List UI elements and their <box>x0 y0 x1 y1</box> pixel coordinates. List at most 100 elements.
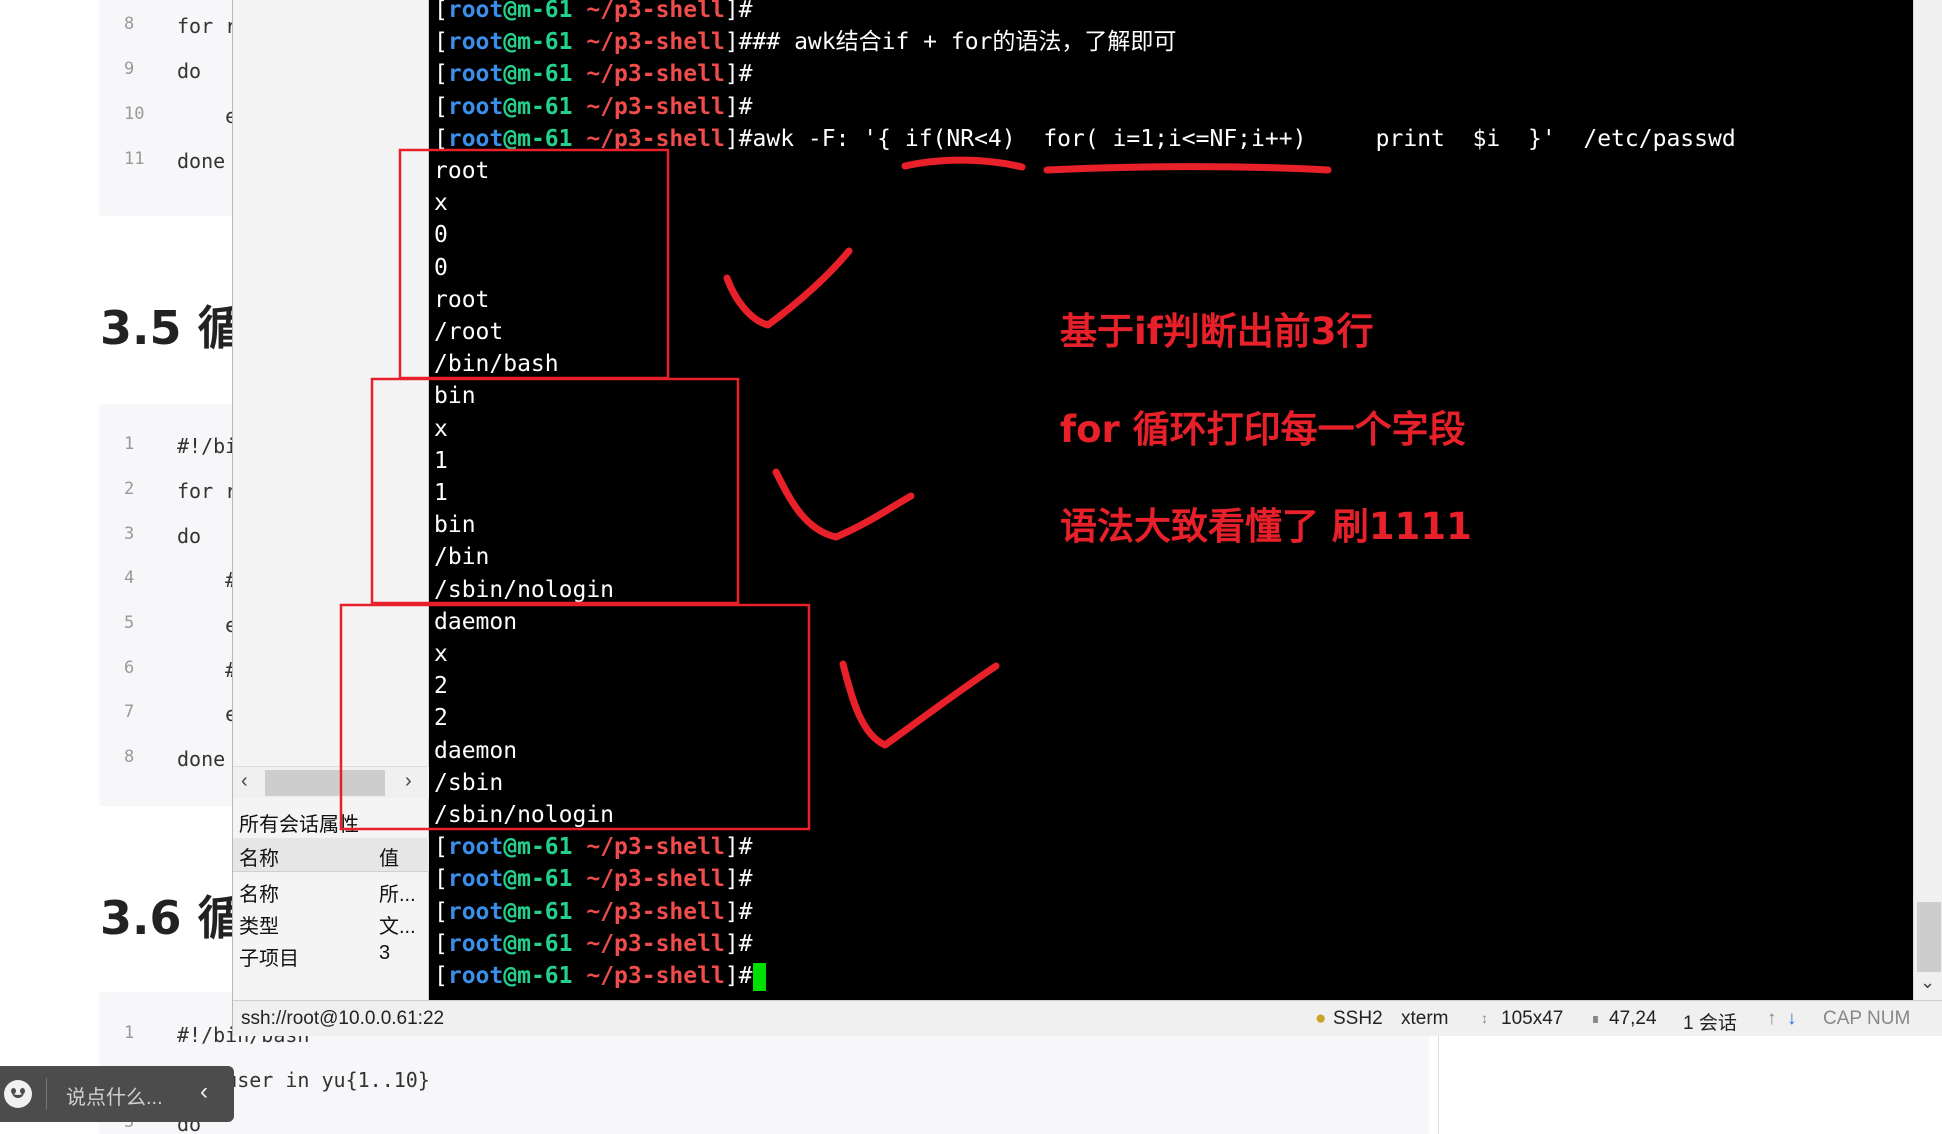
section-heading-3-6: 3.6 循 <box>100 891 244 945</box>
terminal-prompt-line: [root@m-61 ~/p3-shell]# <box>434 91 753 123</box>
terminal-output-line: daemon <box>434 737 518 764</box>
caps-num-indicator: CAP NUM <box>1823 1008 1911 1029</box>
property-value: 3 <box>379 942 391 964</box>
prompt-at: @ <box>503 930 518 957</box>
prompt-bracket: [ <box>434 125 448 152</box>
comment-input[interactable]: 说点什么... <box>66 1081 163 1110</box>
terminal-prompt-line: [root@m-61 ~/p3-shell]### awk结合if + for的… <box>434 26 1176 58</box>
prompt-user: root <box>447 125 504 152</box>
prompt-path: ~/p3-shell <box>572 93 725 120</box>
prompt-user: root <box>447 866 504 893</box>
annotation-note-if: 基于if判断出前3行 <box>1060 310 1374 353</box>
prompt-at: @ <box>503 963 518 989</box>
chevron-left-icon[interactable]: ‹ <box>200 1078 208 1106</box>
command-text: awk -F: '{ if(NR<4) for( i=1;i<=NF;i++) … <box>752 125 1736 152</box>
property-value: 文... <box>379 916 416 938</box>
prompt-bracket: [ <box>434 0 448 23</box>
prompt-host: m-61 <box>517 866 573 893</box>
prompt-bracket: [ <box>434 930 448 957</box>
prompt-at: @ <box>503 61 518 88</box>
prompt-path: ~/p3-shell <box>572 963 725 989</box>
scroll-thumb[interactable] <box>1917 902 1941 972</box>
prompt-host: m-61 <box>517 898 573 925</box>
smile-mouth <box>12 1092 24 1098</box>
prompt-symbol: ]# <box>724 93 753 120</box>
prompt-path: ~/p3-shell <box>572 0 725 23</box>
prompt-bracket: [ <box>434 29 448 56</box>
prompt-path: ~/p3-shell <box>572 866 725 893</box>
status-bar: ssh://root@10.0.0.61:22 ● SSH2 xterm ↕ 1… <box>233 1000 1942 1036</box>
prompt-at: @ <box>503 29 518 56</box>
prompt-symbol: ]# <box>724 29 753 56</box>
scroll-thumb[interactable] <box>265 770 385 796</box>
terminal-output-line: root <box>434 286 490 313</box>
terminal-output-line: 1 <box>434 447 448 474</box>
prompt-at: @ <box>503 93 518 120</box>
prompt-path: ~/p3-shell <box>572 61 725 88</box>
terminal-output-line: /root <box>434 319 504 345</box>
prompt-symbol: ]# <box>724 930 753 957</box>
terminal-prompt-line: [root@m-61 ~/p3-shell]# <box>434 831 753 863</box>
comment-widget[interactable]: 说点什么... ‹ <box>0 1066 234 1122</box>
scroll-down-icon[interactable]: ⌄ <box>1920 972 1935 993</box>
prompt-user: root <box>447 834 504 861</box>
divider <box>46 1078 47 1110</box>
protocol-label: SSH2 <box>1333 1008 1383 1029</box>
terminal-output-line: 2 <box>434 673 448 700</box>
prompt-at: @ <box>503 866 518 893</box>
property-value: 所... <box>379 884 416 906</box>
terminal-output-line: /sbin <box>434 769 504 796</box>
terminal-output-line: 0 <box>434 254 448 281</box>
prompt-host: m-61 <box>517 125 573 152</box>
terminal-output-line: /bin <box>434 544 490 571</box>
lock-icon: ● <box>1315 1008 1327 1029</box>
prompt-at: @ <box>503 125 518 152</box>
session-sidebar: ‹ › 所有会话属性 名称 值 名称 所... 类型 文... 子项目 3 <box>233 0 429 1000</box>
prompt-symbol: ]# <box>724 898 753 925</box>
terminal-output-line: x <box>434 415 448 442</box>
terminal-prompt-line: [root@m-61 ~/p3-shell]# <box>434 896 753 928</box>
prompt-user: root <box>447 29 504 56</box>
prompt-host: m-61 <box>517 930 573 957</box>
terminal-output-line: 1 <box>434 480 448 506</box>
prompt-host: m-61 <box>517 61 573 88</box>
prompt-bracket: [ <box>434 61 448 88</box>
prompt-symbol: ]# <box>724 61 753 88</box>
scroll-right-icon[interactable]: › <box>405 770 412 793</box>
terminal-prompt-line: [root@m-61 ~/p3-shell]# <box>434 863 753 895</box>
sidebar-horizontal-scrollbar[interactable]: ‹ › <box>233 766 429 798</box>
properties-row[interactable]: 类型 文... <box>233 906 429 938</box>
terminal-output-line: daemon <box>434 608 518 635</box>
terminal-output-line: /sbin/nologin <box>434 576 615 603</box>
terminal-prompt-line: [root@m-61 ~/p3-shell]# <box>434 960 766 992</box>
prompt-at: @ <box>503 0 518 23</box>
arrow-down-icon: ↓ <box>1787 1008 1797 1029</box>
smile-icon[interactable] <box>4 1080 32 1108</box>
terminal-vertical-scrollbar[interactable]: ⌄ <box>1913 0 1942 1000</box>
column-value-header[interactable]: 值 <box>379 842 399 871</box>
prompt-symbol: ]# <box>724 125 753 152</box>
column-name-header[interactable]: 名称 <box>239 842 279 871</box>
prompt-user: root <box>447 898 504 925</box>
terminal-size: 105x47 <box>1501 1008 1564 1029</box>
terminal-output-line: 0 <box>434 222 448 249</box>
terminal-output-line: root <box>434 158 490 184</box>
prompt-user: root <box>447 0 504 23</box>
terminal-prompt-line: [root@m-61 ~/p3-shell]# <box>434 0 753 26</box>
prompt-path: ~/p3-shell <box>572 834 725 861</box>
prompt-host: m-61 <box>517 963 573 989</box>
prompt-bracket: [ <box>434 866 448 893</box>
terminal-cursor <box>752 962 766 991</box>
prompt-user: root <box>447 930 504 957</box>
prompt-at: @ <box>503 898 518 925</box>
properties-row[interactable]: 名称 所... <box>233 874 429 906</box>
terminal-output-line: bin <box>434 512 476 539</box>
prompt-host: m-61 <box>517 834 573 861</box>
prompt-symbol: ]# <box>724 834 753 861</box>
scroll-left-icon[interactable]: ‹ <box>241 770 248 793</box>
prompt-path: ~/p3-shell <box>572 125 725 152</box>
properties-row[interactable]: 子项目 3 <box>233 938 429 970</box>
terminal-type: xterm <box>1401 1008 1449 1029</box>
terminal-output-line: /sbin/nologin <box>434 802 615 828</box>
section-heading-3-5: 3.5 循 <box>100 301 244 355</box>
